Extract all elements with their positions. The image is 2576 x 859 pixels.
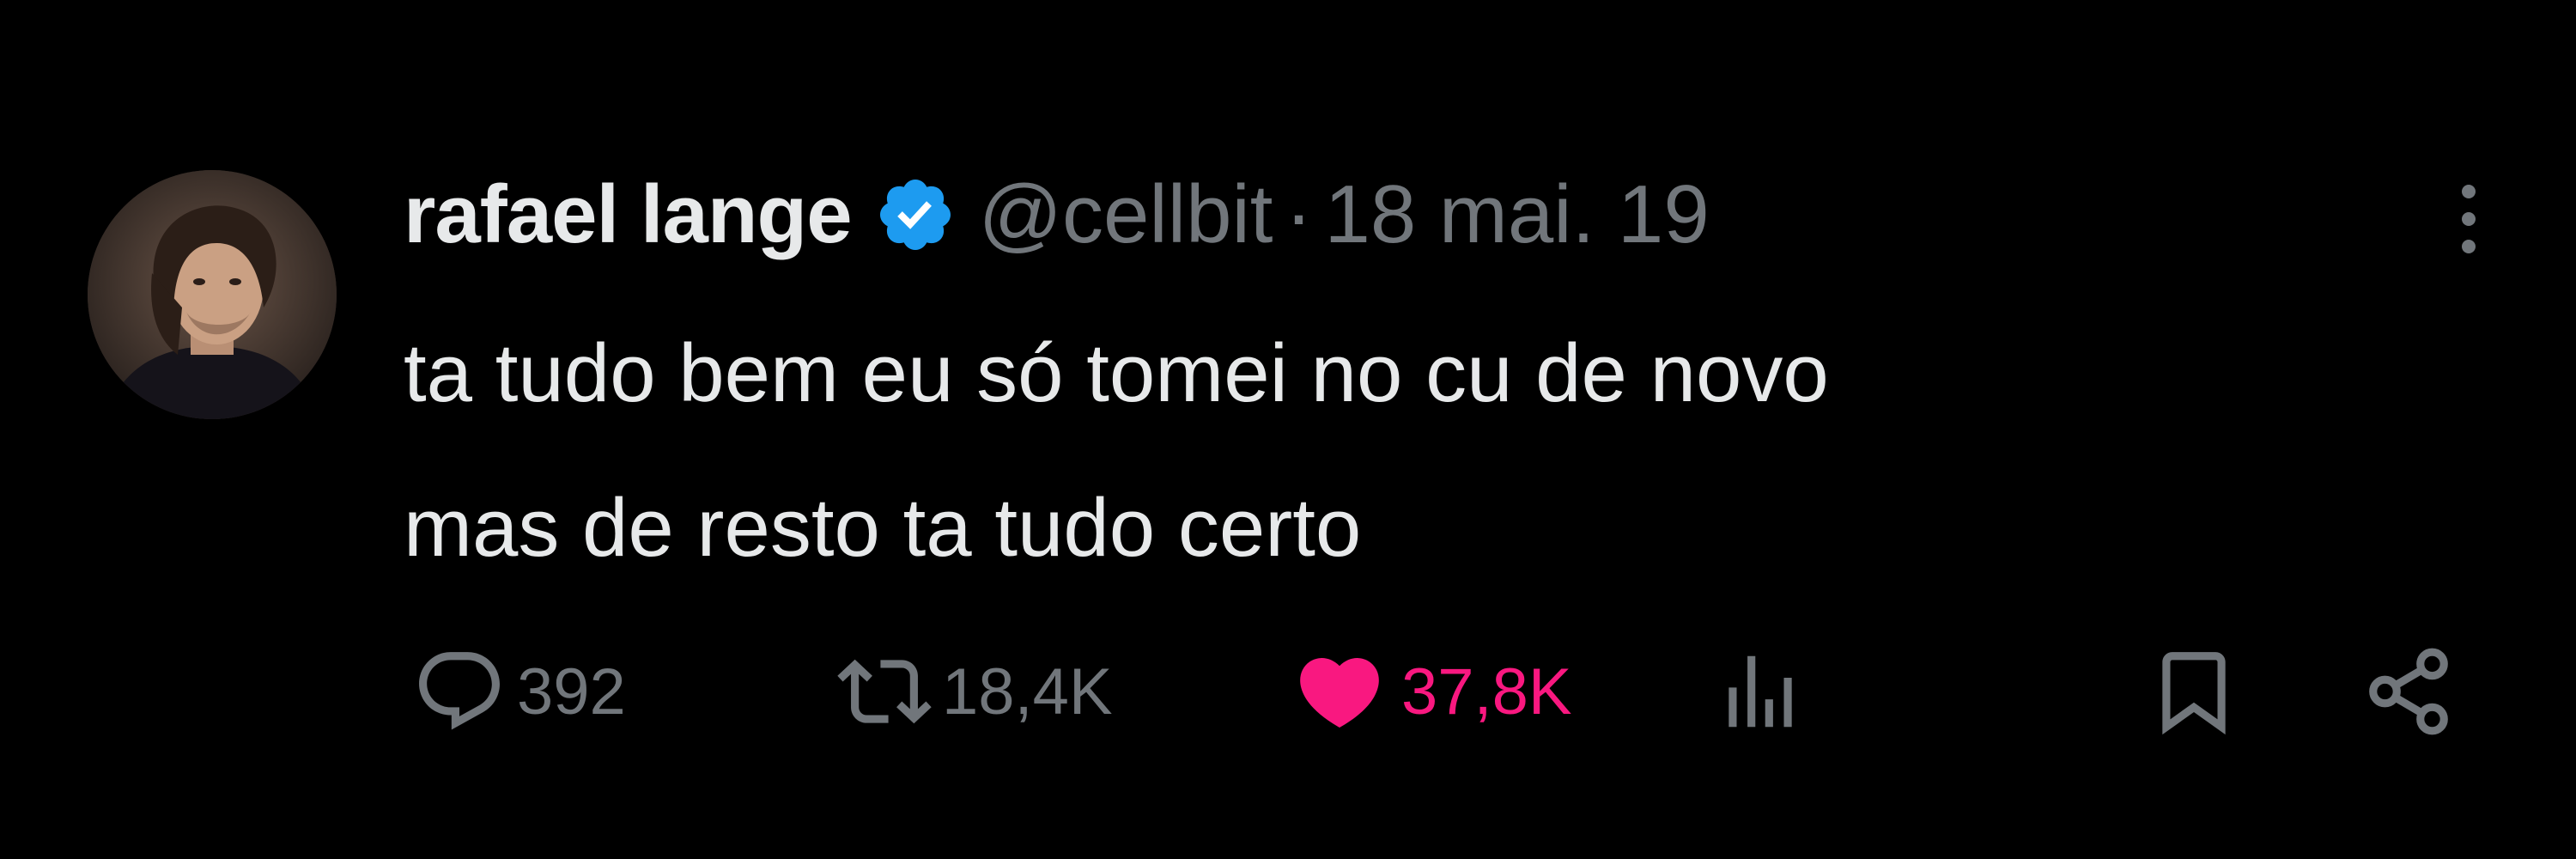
bookmark-button[interactable] bbox=[2147, 636, 2241, 747]
like-button[interactable]: 37,8K bbox=[1288, 636, 1572, 747]
more-options-icon[interactable] bbox=[2447, 176, 2490, 262]
views-icon bbox=[1713, 644, 1807, 739]
tweet-actions: 392 18,4K 37,8K bbox=[404, 636, 2499, 747]
like-count: 37,8K bbox=[1401, 655, 1572, 728]
tweet-text-line: mas de resto ta tudo certo bbox=[404, 482, 1362, 574]
retweet-count: 18,4K bbox=[942, 655, 1113, 728]
tweet-header: rafael lange @cellbit · 18 mai. 19 bbox=[404, 159, 1710, 271]
avatar-image bbox=[88, 170, 337, 419]
reply-count: 392 bbox=[517, 655, 626, 728]
tweet-date[interactable]: 18 mai. 19 bbox=[1324, 168, 1709, 262]
tweet-text: ta tudo bem eu só tomei no cu de novo ma… bbox=[404, 296, 2482, 606]
retweet-icon bbox=[837, 644, 932, 739]
header-separator: · bbox=[1285, 168, 1313, 260]
author-handle[interactable]: @cellbit bbox=[979, 168, 1273, 262]
author-display-name[interactable]: rafael lange bbox=[404, 168, 853, 262]
bookmark-icon bbox=[2147, 644, 2241, 739]
verified-badge-icon[interactable] bbox=[874, 174, 957, 256]
views-button[interactable] bbox=[1713, 636, 1807, 747]
tweet-text-line: ta tudo bem eu só tomei no cu de novo bbox=[404, 327, 1829, 419]
share-icon bbox=[2361, 644, 2456, 739]
author-avatar[interactable] bbox=[88, 170, 337, 419]
retweet-button[interactable]: 18,4K bbox=[837, 636, 1113, 747]
heart-icon bbox=[1288, 644, 1391, 739]
reply-icon bbox=[412, 644, 507, 739]
reply-button[interactable]: 392 bbox=[412, 636, 626, 747]
share-button[interactable] bbox=[2361, 636, 2456, 747]
